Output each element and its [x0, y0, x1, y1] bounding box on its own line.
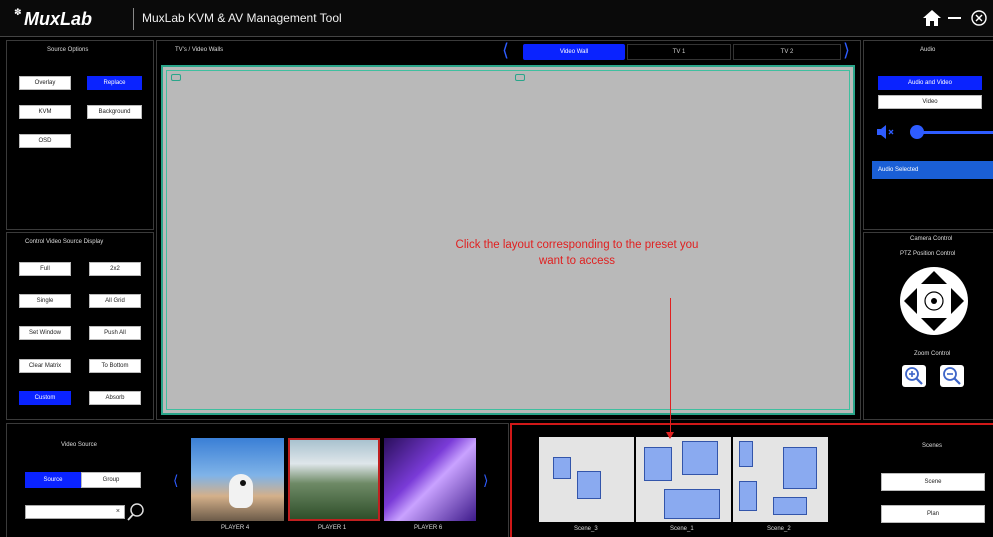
muxlab-logo: ✽ MuxLab [14, 7, 124, 31]
scene-thumbnail[interactable] [733, 437, 828, 522]
plan-button[interactable]: Plan [881, 505, 985, 523]
source-options-title: Source Options [47, 47, 89, 53]
ptz-label: PTZ Position Control [900, 251, 956, 257]
zoom-out-icon[interactable] [940, 365, 964, 387]
scene-label: Scene_1 [670, 526, 694, 532]
scene-layout-window [577, 471, 601, 499]
video-wall-panel: TV's / Video Walls ⟨ Video Wall TV 1 TV … [156, 40, 861, 420]
tab-tv1[interactable]: TV 1 [627, 44, 731, 60]
annotation-line-2: want to access [538, 255, 616, 267]
search-clear-icon[interactable]: × [116, 508, 120, 515]
title-bar: ✽ MuxLab MuxLab KVM & AV Management Tool [0, 0, 993, 37]
custom-button[interactable]: Custom [19, 391, 71, 405]
scene-layout-window [553, 457, 571, 479]
close-icon[interactable] [971, 10, 987, 26]
speaker-muted-icon[interactable] [876, 125, 896, 139]
push-all-button[interactable]: Push All [89, 326, 141, 340]
scene-label: Scene_3 [574, 526, 598, 532]
scene-label: Scene_2 [767, 526, 791, 532]
tab-prev-chevron-icon[interactable]: ⟨ [502, 41, 509, 59]
tab-video-wall[interactable]: Video Wall [523, 44, 625, 60]
scene-button[interactable]: Scene [881, 473, 985, 491]
osd-button[interactable]: OSD [19, 134, 71, 148]
player-label: PLAYER 4 [221, 525, 250, 531]
scene-thumbnail[interactable] [636, 437, 731, 522]
scene-layout-window [783, 447, 817, 489]
tv-marker-icon[interactable] [515, 74, 525, 81]
ptz-control-pad[interactable] [899, 266, 969, 336]
scene-thumbnail[interactable] [539, 437, 634, 522]
minimize-icon[interactable] [948, 17, 961, 19]
kvm-button[interactable]: KVM [19, 105, 71, 119]
audio-panel: Audio Audio and Video Video Audio Select… [863, 40, 993, 230]
zoom-label: Zoom Control [914, 351, 951, 357]
source-options-panel: Source Options Overlay Replace KVM Backg… [6, 40, 154, 230]
scenes-panel: Scene_3 Scene_1 Scene_2 Scenes Scene Pla… [510, 423, 993, 537]
tv-marker-icon[interactable] [171, 74, 181, 81]
single-button[interactable]: Single [19, 294, 71, 308]
background-button[interactable]: Background [87, 105, 142, 119]
all-grid-button[interactable]: All Grid [89, 294, 141, 308]
replace-button[interactable]: Replace [87, 76, 142, 90]
absorb-button[interactable]: Absorb [89, 391, 141, 405]
volume-slider-thumb[interactable] [910, 125, 924, 139]
volume-slider-track[interactable] [912, 131, 993, 134]
players-prev-chevron-icon[interactable]: ⟨ [173, 472, 178, 489]
header-divider [133, 8, 134, 30]
camera-title: Camera Control [910, 236, 953, 242]
audio-selected-bar: Audio Selected [872, 161, 993, 179]
overlay-button[interactable]: Overlay [19, 76, 71, 90]
source-toggle-button[interactable]: Source [25, 472, 81, 488]
group-toggle-button[interactable]: Group [81, 472, 141, 488]
players-next-chevron-icon[interactable]: ⟩ [483, 472, 488, 489]
annotation-arrow-line [670, 298, 671, 434]
annotation-line-1: Click the layout corresponding to the pr… [455, 239, 699, 251]
scene-layout-window [644, 447, 672, 481]
player-4-figure [229, 474, 253, 508]
video-button[interactable]: Video [878, 95, 982, 109]
player-4-figure-eye [240, 480, 246, 486]
2x2-button[interactable]: 2x2 [89, 262, 141, 276]
player-label: PLAYER 1 [318, 525, 347, 531]
annotation-text: Click the layout corresponding to the pr… [447, 237, 707, 269]
scene-layout-window [739, 481, 757, 511]
annotation-arrow-head [666, 432, 674, 439]
set-window-button[interactable]: Set Window [19, 326, 71, 340]
video-walls-title: TV's / Video Walls [175, 47, 224, 53]
full-button[interactable]: Full [19, 262, 71, 276]
scenes-title: Scenes [922, 443, 943, 449]
search-icon[interactable] [127, 502, 145, 522]
clear-matrix-button[interactable]: Clear Matrix [19, 359, 71, 373]
logo-text: MuxLab [24, 9, 93, 29]
app-title: MuxLab KVM & AV Management Tool [142, 11, 342, 25]
audio-and-video-button[interactable]: Audio and Video [878, 76, 982, 90]
player-thumbnail-selected[interactable] [288, 438, 380, 521]
zoom-in-icon[interactable] [902, 365, 926, 387]
scene-layout-window [682, 441, 718, 475]
control-display-title: Control Video Source Display [25, 239, 104, 245]
video-source-title: Video Source [61, 442, 97, 448]
scene-layout-window [773, 497, 807, 515]
camera-panel: Camera Control PTZ Position Control Zoom… [863, 232, 993, 420]
scene-layout-window [664, 489, 720, 519]
scene-layout-window [739, 441, 753, 467]
audio-title: Audio [920, 47, 936, 53]
player-label: PLAYER 6 [414, 525, 443, 531]
control-display-panel: Control Video Source Display Full 2x2 Si… [6, 232, 154, 420]
to-bottom-button[interactable]: To Bottom [89, 359, 141, 373]
tab-tv2[interactable]: TV 2 [733, 44, 841, 60]
player-thumbnail[interactable] [191, 438, 284, 521]
video-source-panel: Video Source Source Group × ⟨ PLAYER 4 P… [6, 423, 509, 537]
logo-mark-icon: ✽ [14, 7, 22, 17]
player-thumbnail[interactable] [384, 438, 476, 521]
search-input[interactable]: × [25, 505, 125, 519]
tab-next-chevron-icon[interactable]: ⟩ [843, 41, 850, 59]
home-icon[interactable] [922, 9, 942, 27]
